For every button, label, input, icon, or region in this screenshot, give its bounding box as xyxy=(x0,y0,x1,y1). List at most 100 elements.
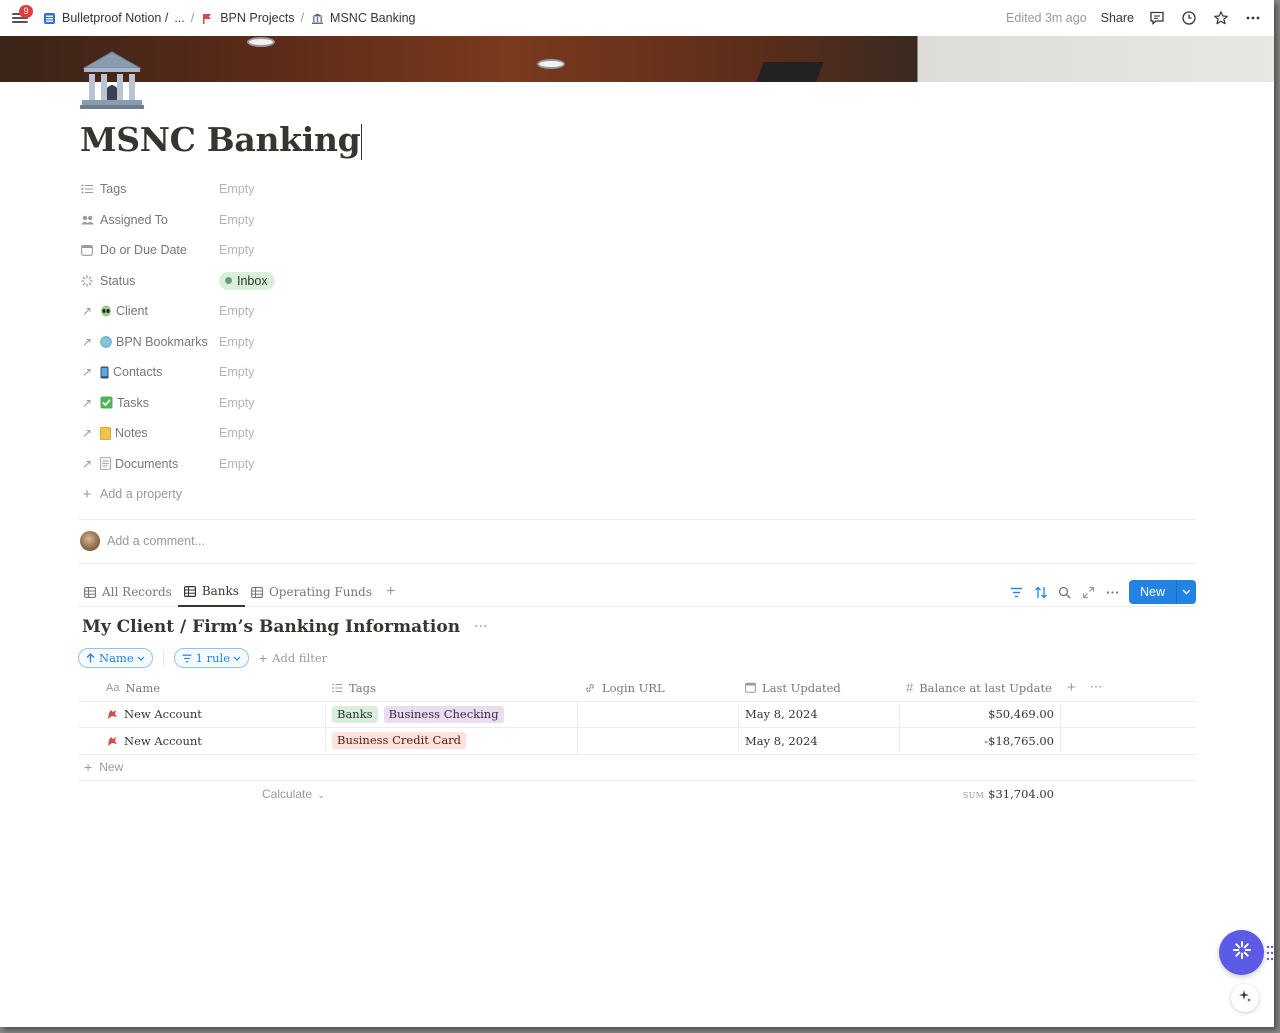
plus-icon: + xyxy=(259,650,268,666)
list-icon xyxy=(332,683,343,693)
page-cover-image[interactable] xyxy=(0,36,1274,82)
column-label: Name xyxy=(125,680,161,695)
sum-label: SUM xyxy=(962,790,985,800)
property-assigned-to[interactable]: Assigned To Empty xyxy=(80,205,480,236)
more-options-icon[interactable] xyxy=(1244,9,1262,27)
cell-balance[interactable]: -$18,765.00 xyxy=(900,728,1061,754)
property-status[interactable]: Status Inbox xyxy=(80,266,480,297)
drag-handle-icon[interactable] xyxy=(1266,944,1274,962)
property-tags[interactable]: Tags Empty xyxy=(80,174,480,205)
breadcrumb-current-page[interactable]: MSNC Banking xyxy=(310,11,416,25)
notepad-icon xyxy=(100,426,111,440)
link-icon xyxy=(584,682,596,694)
calculate-dropdown[interactable]: Calculate ⌄ xyxy=(262,787,325,801)
ai-sparkle-button[interactable] xyxy=(1231,984,1259,1012)
filter-icon xyxy=(182,654,192,663)
sidebar-menu-button[interactable]: 9 xyxy=(12,5,33,25)
add-view-button[interactable]: + xyxy=(378,583,403,601)
column-header-name[interactable]: Aa Name xyxy=(78,675,326,701)
cell-name[interactable]: New Account xyxy=(78,701,326,727)
column-header-login-url[interactable]: Login URL xyxy=(578,675,739,701)
cell-tags[interactable]: Banks Business Checking xyxy=(326,701,578,727)
bank-building-icon[interactable] xyxy=(80,48,144,112)
property-value[interactable]: Empty xyxy=(219,182,254,196)
property-label: Do or Due Date xyxy=(100,243,187,258)
phone-icon xyxy=(100,366,109,379)
cell-last-updated[interactable]: May 8, 2024 xyxy=(739,701,900,727)
star-icon[interactable] xyxy=(1212,9,1230,27)
breadcrumb-workspace[interactable]: Bulletproof Notion / xyxy=(42,11,168,25)
property-contacts[interactable]: ↗ Contacts Empty xyxy=(80,357,480,388)
property-value[interactable]: Empty xyxy=(219,365,254,379)
tab-banks[interactable]: Banks xyxy=(177,578,245,607)
property-due-date[interactable]: Do or Due Date Empty xyxy=(80,235,480,266)
ai-assistant-button[interactable] xyxy=(1219,930,1264,975)
database-title[interactable]: My Client / Firm’s Banking Information ·… xyxy=(82,617,487,637)
cell-name[interactable]: New Account xyxy=(78,728,326,754)
tab-operating-funds[interactable]: Operating Funds xyxy=(245,578,378,607)
relation-arrow-icon: ↗ xyxy=(81,395,93,410)
cell-last-updated[interactable]: May 8, 2024 xyxy=(739,728,900,754)
comments-icon[interactable] xyxy=(1148,9,1166,27)
add-column-button[interactable]: + xyxy=(1067,679,1076,696)
filter-icon[interactable] xyxy=(1009,584,1025,600)
property-name: ↗ Notes xyxy=(80,426,219,440)
property-name: Do or Due Date xyxy=(80,243,219,257)
property-value[interactable]: Empty xyxy=(219,213,254,227)
property-value[interactable]: Empty xyxy=(219,304,254,318)
more-options-icon[interactable]: ··· xyxy=(1090,680,1102,695)
tab-all-records[interactable]: All Records xyxy=(78,578,178,607)
property-client[interactable]: ↗ Client Empty xyxy=(80,296,480,327)
cell-balance[interactable]: $50,469.00 xyxy=(900,701,1061,727)
new-record-button[interactable]: New xyxy=(1128,580,1196,604)
breadcrumb-projects[interactable]: BPN Projects xyxy=(200,11,295,25)
property-value[interactable]: Empty xyxy=(219,457,254,471)
add-row-button[interactable]: + New xyxy=(78,755,1196,781)
more-options-icon[interactable] xyxy=(1105,584,1121,600)
property-value[interactable]: Empty xyxy=(219,426,254,440)
table-row[interactable]: New Account Business Credit Card May 8, … xyxy=(78,728,1196,755)
column-header-tags[interactable]: Tags xyxy=(326,675,578,701)
column-header-last-updated[interactable]: Last Updated xyxy=(739,675,900,701)
cell-login-url[interactable] xyxy=(578,701,739,727)
sum-calculation[interactable]: SUM $31,704.00 xyxy=(963,787,1054,801)
property-notes[interactable]: ↗ Notes Empty xyxy=(80,418,480,449)
page-title[interactable]: MSNC Banking xyxy=(80,120,363,160)
tab-label: Banks xyxy=(201,584,239,598)
divider xyxy=(162,650,164,666)
property-value[interactable]: Empty xyxy=(219,335,254,349)
more-options-icon[interactable]: ··· xyxy=(474,619,487,635)
table-row[interactable]: New Account Banks Business Checking May … xyxy=(78,701,1196,728)
property-bpn-bookmarks[interactable]: ↗ BPN Bookmarks Empty xyxy=(80,327,480,358)
property-tasks[interactable]: ↗ Tasks Empty xyxy=(80,388,480,419)
chevron-down-icon[interactable] xyxy=(1176,580,1196,604)
property-label: Client xyxy=(116,304,148,319)
sort-chip[interactable]: Name xyxy=(78,648,153,668)
tab-label: All Records xyxy=(102,585,172,599)
add-filter-button[interactable]: + Add filter xyxy=(259,650,327,666)
breadcrumb-ellipsis[interactable]: ... xyxy=(174,11,184,25)
cell-login-url[interactable] xyxy=(578,728,739,754)
clock-history-icon[interactable] xyxy=(1180,9,1198,27)
property-name: ↗ Client xyxy=(80,304,219,318)
filter-bar: Name 1 rule + Add filter xyxy=(78,648,327,668)
status-badge[interactable]: Inbox xyxy=(219,271,275,290)
expand-icon[interactable] xyxy=(1081,584,1097,600)
property-documents[interactable]: ↗ Documents Empty xyxy=(80,449,480,480)
column-header-balance[interactable]: # Balance at last Update xyxy=(900,675,1061,701)
properties-panel: Tags Empty Assigned To Empty Do or Due D… xyxy=(80,174,480,510)
filter-chip[interactable]: 1 rule xyxy=(173,648,250,668)
new-button-label[interactable]: New xyxy=(1128,580,1176,604)
property-value[interactable]: Empty xyxy=(219,243,254,257)
comment-composer[interactable]: Add a comment... xyxy=(80,531,205,551)
list-icon xyxy=(80,183,94,195)
share-button[interactable]: Share xyxy=(1101,11,1134,25)
search-icon[interactable] xyxy=(1057,584,1073,600)
cell-tags[interactable]: Business Credit Card xyxy=(326,728,578,754)
sparkle-icon xyxy=(1238,989,1252,1008)
property-label: Documents xyxy=(115,456,179,471)
sort-icon[interactable] xyxy=(1033,584,1049,600)
property-value[interactable]: Empty xyxy=(219,396,254,410)
add-property-button[interactable]: + Add a property xyxy=(80,479,480,510)
projects-icon xyxy=(200,11,214,25)
